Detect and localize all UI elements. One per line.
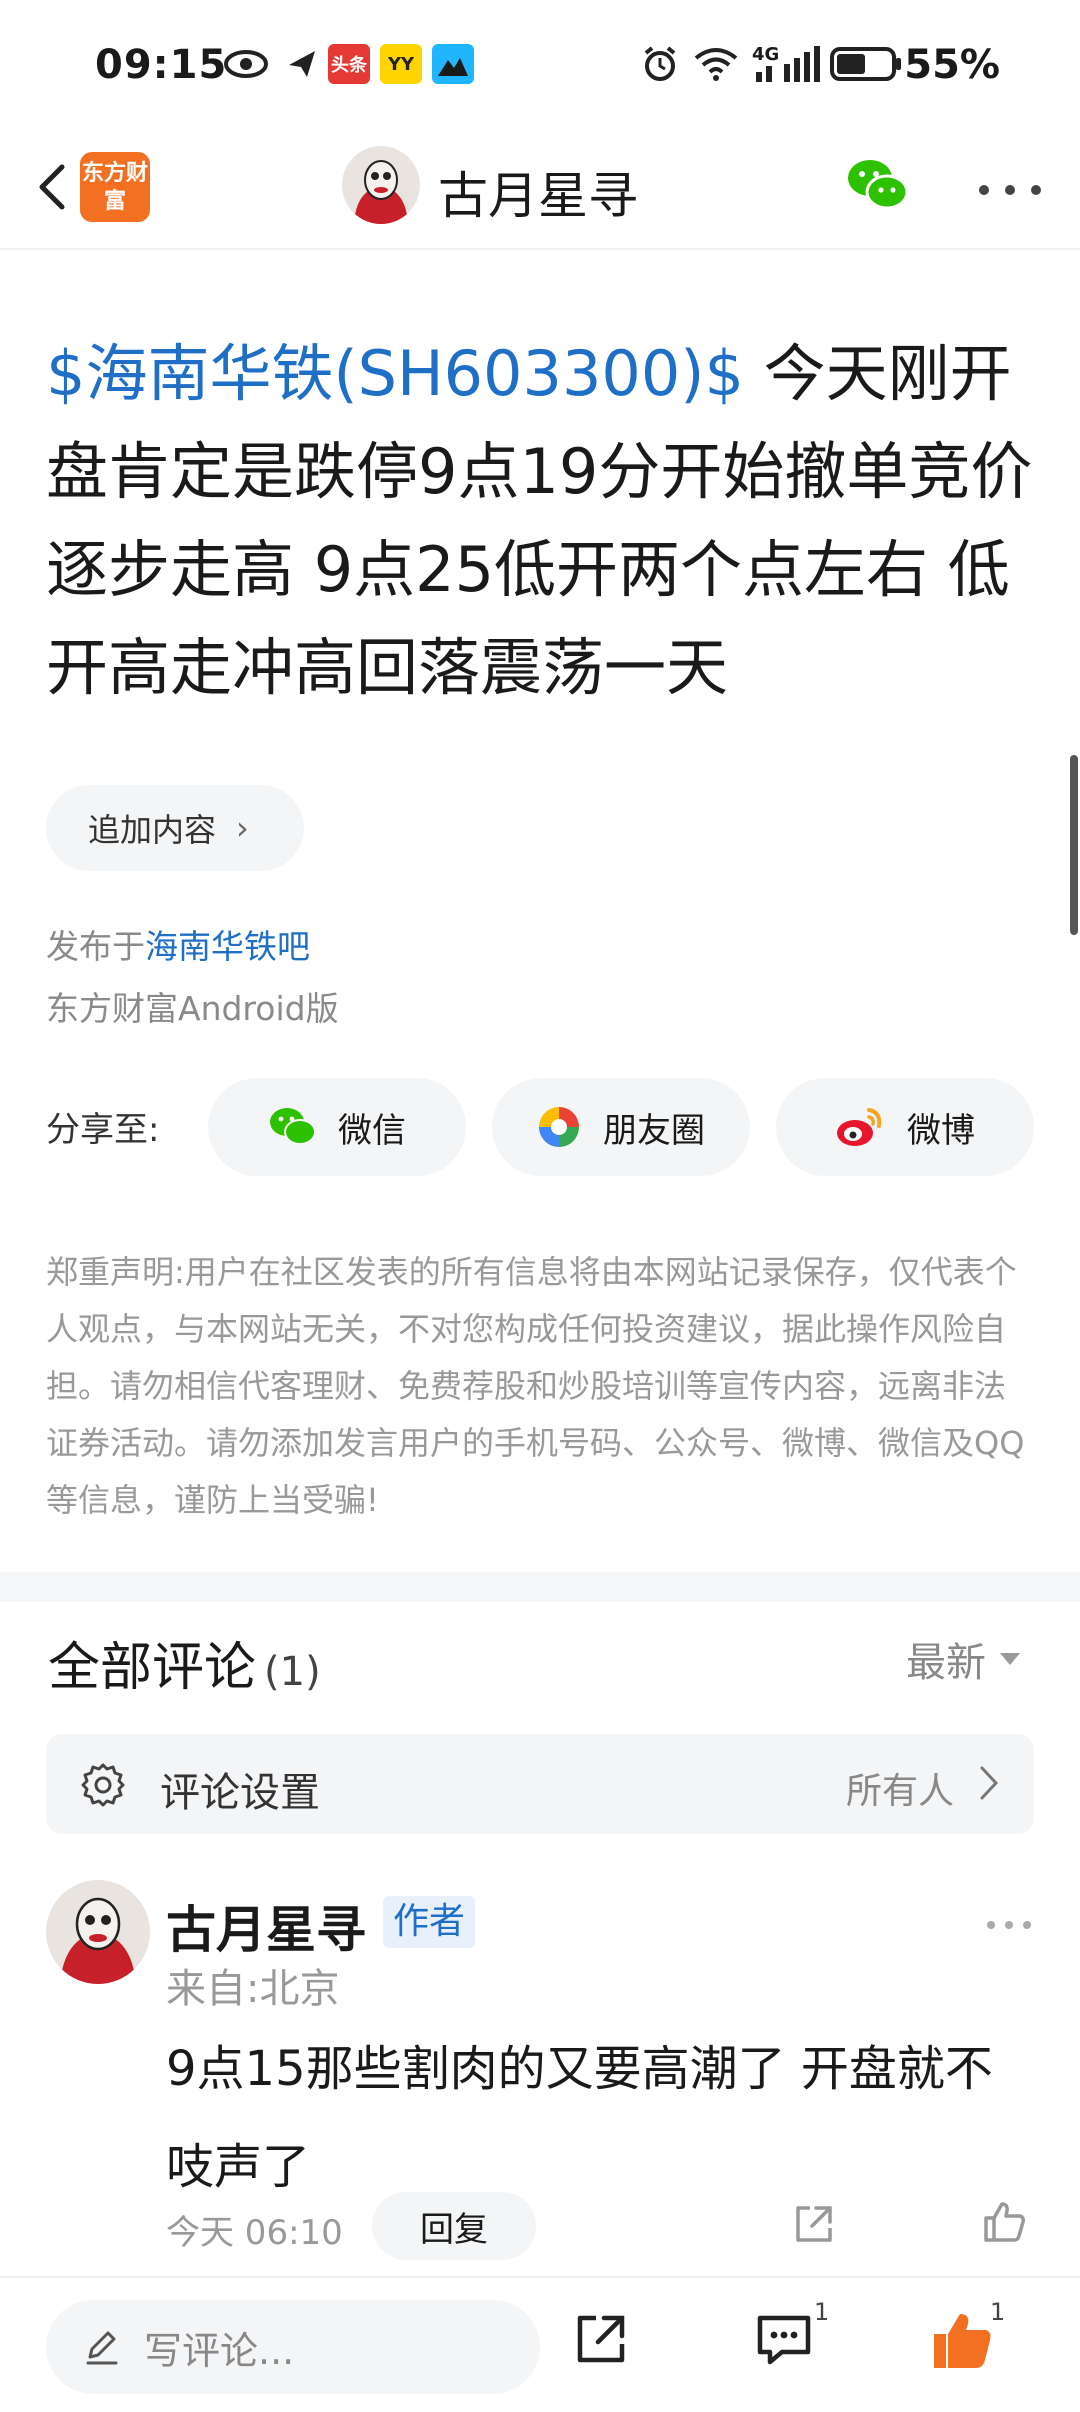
cellular-signal-icon: 4G (750, 44, 820, 84)
append-content-button[interactable]: 追加内容 › (46, 785, 304, 871)
comment-settings-label: 评论设置 (160, 1770, 320, 1816)
wechat-icon (270, 1108, 316, 1145)
share-wechat-label: 微信 (338, 1110, 406, 1151)
comment-count: 1 (814, 2298, 830, 2326)
comment-icon[interactable] (752, 2308, 816, 2372)
share-icon[interactable] (790, 2200, 838, 2248)
network-type: 4G (752, 44, 780, 65)
like-filled-icon[interactable] (930, 2308, 996, 2374)
like-icon[interactable] (980, 2198, 1028, 2246)
send-icon (282, 44, 322, 84)
comment-settings-row[interactable]: 评论设置 所有人 (46, 1734, 1034, 1834)
comment-item: 古月星寻 作者 来自:北京 9点15那些割肉的又要高潮了 开盘就不吱声了 今天 … (0, 1880, 1080, 2280)
eye-icon (222, 44, 270, 84)
moments-icon (539, 1107, 579, 1147)
comments-count: (1) (264, 1649, 321, 1695)
stock-tag-link[interactable]: $海南华铁(SH603300)$ (46, 337, 744, 410)
app-logo[interactable]: 东方财富 (80, 152, 150, 222)
share-wechat-button[interactable]: 微信 (208, 1078, 466, 1176)
wechat-share-icon[interactable] (845, 156, 909, 216)
comment-text: 9点15那些割肉的又要高潮了 开盘就不吱声了 (166, 2041, 993, 2195)
nav-title: 古月星寻 (438, 167, 638, 225)
toutiao-badge: 头条 (328, 44, 370, 84)
author-avatar[interactable] (342, 146, 420, 224)
app-notification-icon (432, 44, 474, 84)
yy-badge: YY (380, 44, 422, 84)
share-moments-label: 朋友圈 (603, 1110, 705, 1151)
battery-icon (830, 44, 902, 84)
comment-input-placeholder: 写评论... (144, 2328, 295, 2373)
section-divider (0, 1572, 1080, 1602)
share-label: 分享至: (46, 1110, 160, 1150)
scrollbar[interactable] (1070, 755, 1078, 935)
chevron-right-icon (980, 1766, 999, 1800)
gear-icon (81, 1763, 125, 1807)
comment-more-icon[interactable] (984, 1916, 1034, 1929)
commenter-name[interactable]: 古月星寻 (166, 1890, 366, 1962)
post-body: $海南华铁(SH603300)$ 今天刚开盘肯定是跌停9点19分开始撤单竞价逐步… (46, 325, 1046, 717)
disclaimer-text: 郑重声明:用户在社区发表的所有信息将由本网站记录保存，仅代表个人观点，与本网站无… (46, 1253, 1025, 1519)
caret-down-icon (1000, 1653, 1020, 1665)
share-weibo-button[interactable]: 微博 (776, 1078, 1034, 1176)
battery-percent: 55% (904, 42, 1000, 88)
chevron-right-icon: › (236, 809, 249, 847)
sort-dropdown[interactable]: 最新 (906, 1630, 1020, 1688)
comment-input[interactable]: 写评论... (46, 2300, 540, 2394)
append-content-label: 追加内容 (88, 811, 217, 849)
comment-time: 今天 06:10 (166, 2213, 343, 2253)
alarm-icon (640, 44, 680, 84)
bottom-bar: 写评论... 1 1 (0, 2276, 1080, 2412)
published-in: 发布于海南华铁吧 (46, 920, 310, 968)
status-bar: 09:15 头条 YY 4G 55% (0, 0, 1080, 130)
top-nav: 东方财富 古月星寻 (0, 130, 1080, 250)
comments-title-label: 全部评论 (48, 1638, 257, 1698)
share-moments-button[interactable]: 朋友圈 (492, 1078, 750, 1176)
reply-button[interactable]: 回复 (372, 2192, 536, 2260)
comment-settings-value: 所有人 (845, 1771, 954, 1812)
wifi-icon (692, 44, 740, 84)
weibo-icon (837, 1108, 882, 1146)
author-badge: 作者 (383, 1896, 476, 1948)
more-options-icon[interactable] (970, 182, 1050, 198)
client-version: 东方财富Android版 (46, 989, 339, 1028)
share-weibo-label: 微博 (907, 1110, 975, 1151)
share-post-icon[interactable] (570, 2308, 632, 2370)
pencil-icon (86, 2331, 118, 2365)
like-count: 1 (990, 2298, 1006, 2326)
published-prefix: 发布于 (46, 927, 145, 966)
commenter-avatar[interactable] (46, 1880, 150, 1984)
forum-link[interactable]: 海南华铁吧 (145, 927, 310, 966)
sort-label: 最新 (906, 1640, 986, 1686)
status-time: 09:15 (95, 42, 228, 88)
comments-title: 全部评论 (1) (48, 1625, 321, 1700)
comment-location: 来自:北京 (166, 1966, 340, 2012)
